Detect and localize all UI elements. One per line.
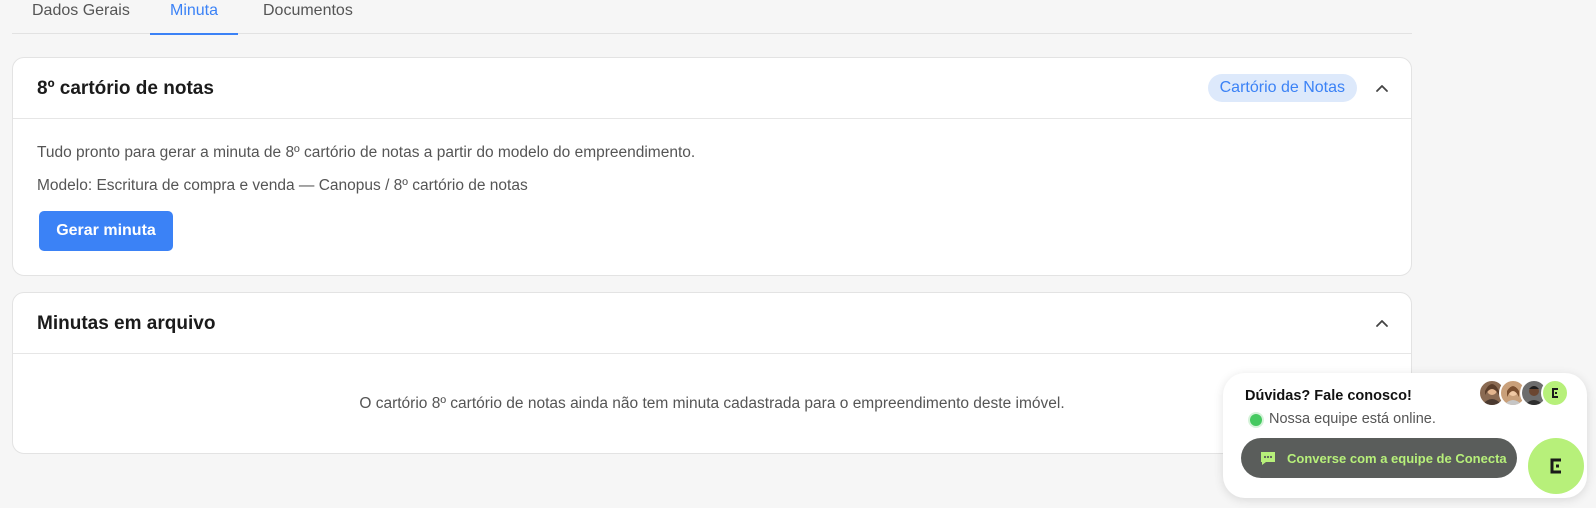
chat-button-label: Converse com a equipe de Conecta xyxy=(1287,450,1507,466)
gerar-minuta-button[interactable]: Gerar minuta xyxy=(39,211,173,251)
chat-with-team-button[interactable]: Converse com a equipe de Conecta xyxy=(1241,438,1517,478)
empty-state-message: O cartório 8º cartório de notas ainda nã… xyxy=(359,395,1065,412)
conecta-logo-icon xyxy=(1541,379,1569,407)
generate-minuta-card: 8º cartório de notas Cartório de Notas T… xyxy=(12,57,1412,276)
tab-dados-gerais[interactable]: Dados Gerais xyxy=(32,0,130,34)
card-header[interactable]: Minutas em arquivo xyxy=(13,293,1411,354)
archived-minutas-card: Minutas em arquivo O cartório 8º cartóri… xyxy=(12,292,1412,454)
card-title: 8º cartório de notas xyxy=(37,78,214,99)
tab-label: Minuta xyxy=(169,2,219,19)
chat-launcher-button[interactable] xyxy=(1528,438,1584,494)
cartorio-type-badge: Cartório de Notas xyxy=(1207,74,1357,102)
team-avatars xyxy=(1478,379,1573,409)
chat-title: Dúvidas? Fale conosco! xyxy=(1245,388,1412,404)
tab-label: Dados Gerais xyxy=(32,2,130,19)
chevron-up-icon[interactable] xyxy=(1371,78,1393,100)
online-status-text: Nossa equipe está online. xyxy=(1269,411,1436,427)
tab-minuta[interactable]: Minuta xyxy=(150,0,238,35)
online-status-dot xyxy=(1250,414,1262,426)
card-header[interactable]: 8º cartório de notas Cartório de Notas xyxy=(13,58,1411,119)
conecta-logo-icon xyxy=(1550,458,1561,474)
ready-description: Tudo pronto para gerar a minuta de 8º ca… xyxy=(37,144,696,161)
tab-label: Documentos xyxy=(263,2,353,19)
card-title: Minutas em arquivo xyxy=(37,313,216,334)
active-tab-indicator xyxy=(150,33,238,35)
chat-bubble-icon xyxy=(1261,452,1275,465)
tab-bar: Dados Gerais Minuta Documentos xyxy=(12,0,1412,35)
tab-documentos[interactable]: Documentos xyxy=(263,0,353,34)
model-info: Modelo: Escritura de compra e venda — Ca… xyxy=(37,177,528,194)
chevron-up-icon[interactable] xyxy=(1371,313,1393,335)
